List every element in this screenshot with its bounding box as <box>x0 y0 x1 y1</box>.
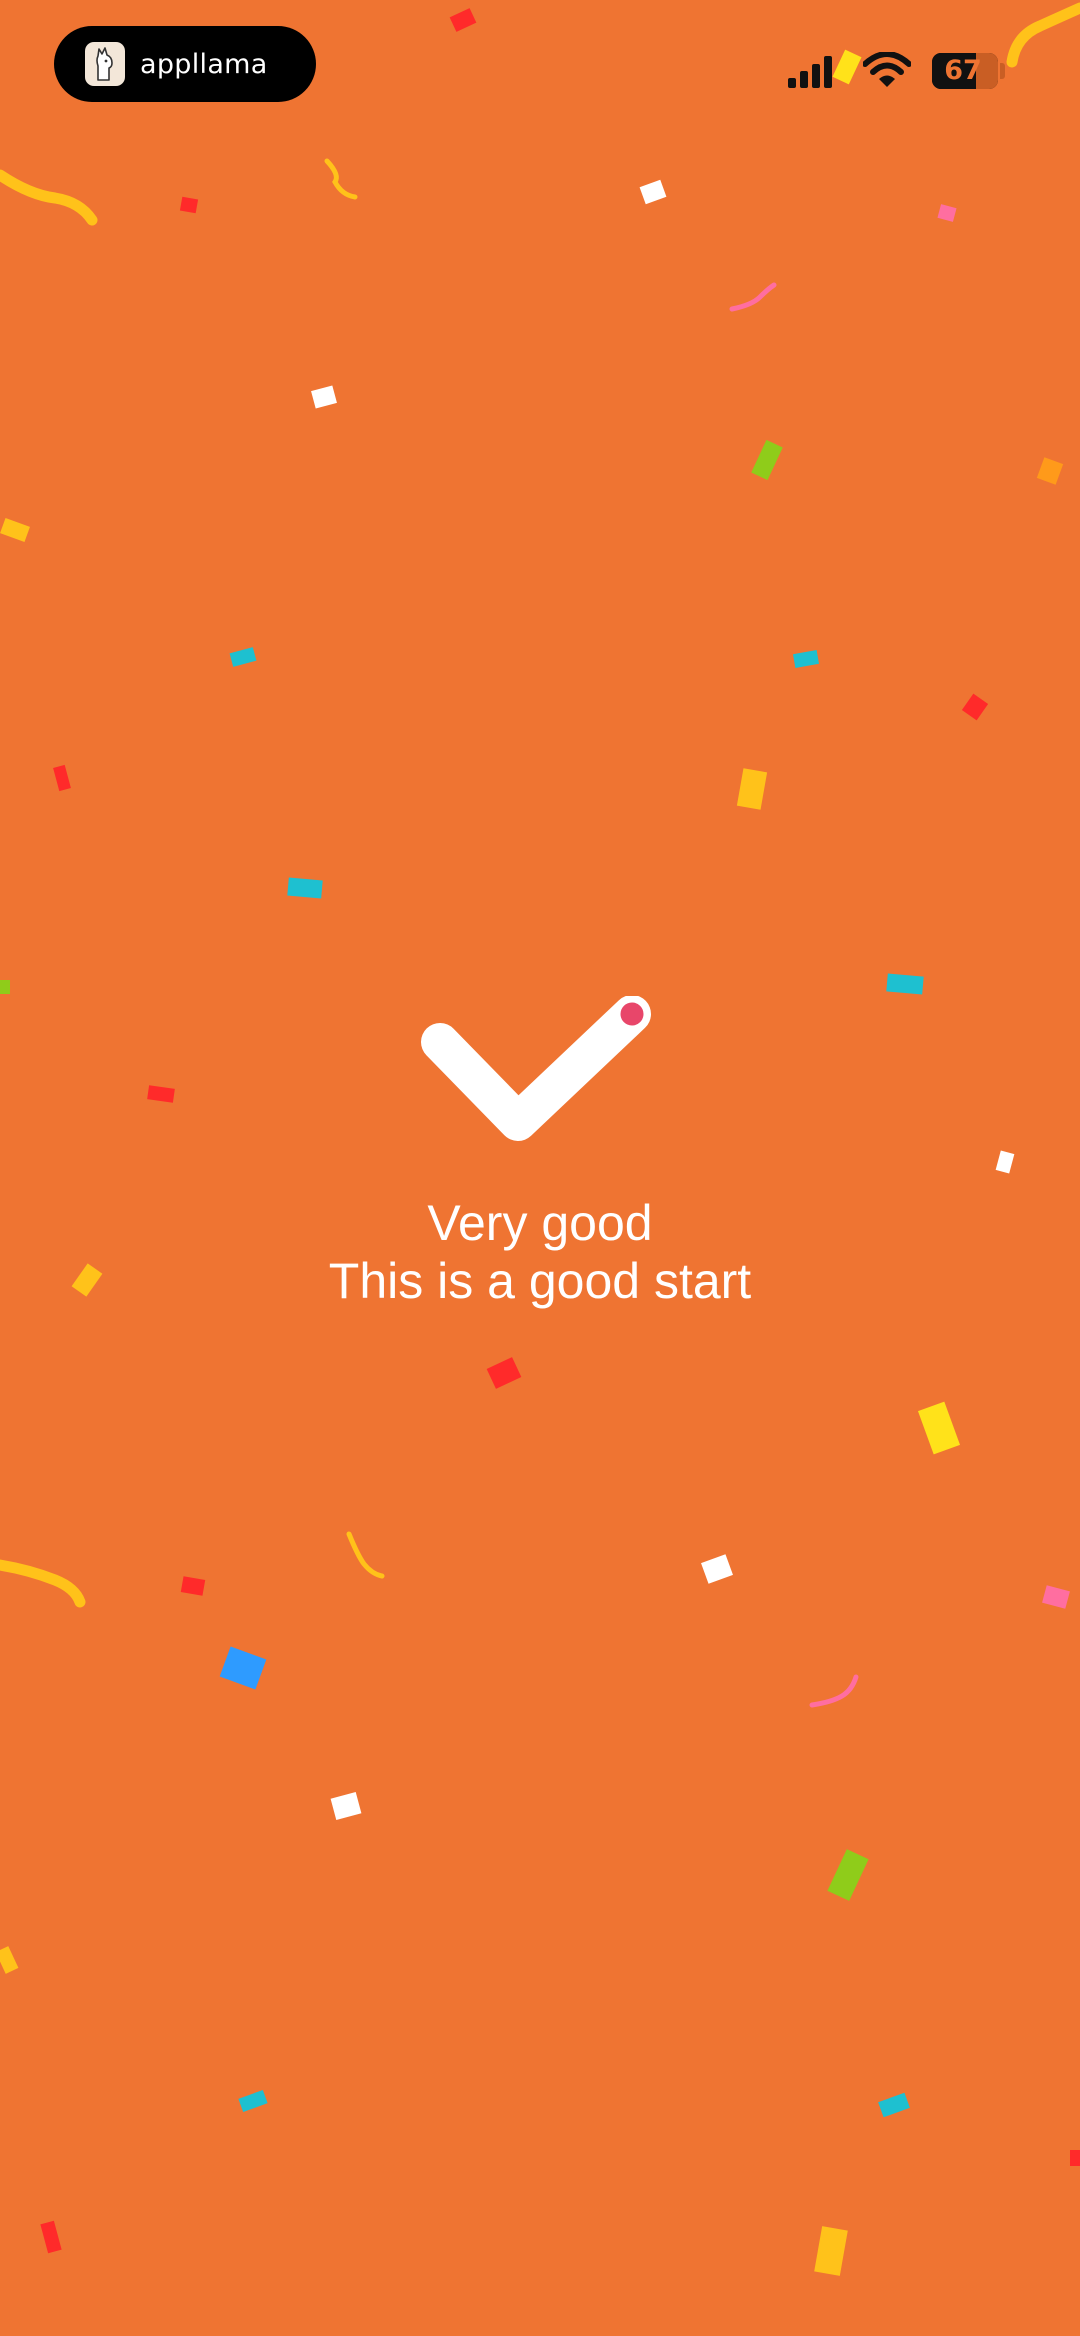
confetti-flake <box>1070 2150 1080 2166</box>
confetti-flake <box>736 768 768 810</box>
result-title: Very good <box>427 1195 653 1251</box>
llama-icon <box>85 42 125 86</box>
confetti-streamer <box>346 1531 385 1579</box>
confetti-flake <box>219 1646 267 1690</box>
confetti-flake <box>179 196 199 214</box>
confetti-flake <box>71 1263 103 1297</box>
confetti-flake <box>0 1946 19 1974</box>
confetti-flake <box>701 1554 733 1584</box>
confetti-flake <box>995 1150 1015 1174</box>
confetti-flake <box>1036 457 1064 485</box>
app-name-label: appllama <box>140 48 268 80</box>
confetti-flake <box>330 1792 362 1820</box>
signal-icon <box>788 56 832 88</box>
confetti-streamer <box>324 158 358 200</box>
confetti-flake <box>53 764 71 792</box>
confetti-streamer <box>729 282 777 312</box>
result-subtitle: This is a good start <box>328 1253 752 1309</box>
confetti-flake <box>827 1849 869 1901</box>
confetti-flake <box>917 1401 961 1455</box>
confetti-flake <box>229 647 257 667</box>
confetti-flake <box>0 518 30 542</box>
battery-cap <box>1000 63 1005 79</box>
confetti-streamer <box>809 1674 859 1708</box>
confetti-flake <box>886 973 924 995</box>
confetti-flake <box>961 693 989 721</box>
confetti-flake <box>792 650 820 668</box>
confetti-flake <box>238 2089 268 2113</box>
confetti-flake <box>832 49 862 85</box>
confetti-flake <box>40 2220 62 2254</box>
confetti-flake <box>0 980 10 994</box>
confetti-streamer <box>1006 2 1080 68</box>
confetti-streamer <box>0 1559 86 1608</box>
battery-icon: 67 <box>932 53 998 89</box>
confetti-flake <box>937 204 957 222</box>
confetti-flake <box>1042 1585 1070 1609</box>
confetti-flake <box>486 1357 522 1389</box>
confetti-flake <box>311 385 337 409</box>
confetti-flake <box>147 1085 175 1103</box>
success-screen: appllama 67 Very good This is a good sta… <box>0 0 1080 2336</box>
confetti-flake <box>639 179 667 205</box>
confetti-flake <box>180 1576 206 1596</box>
wifi-icon <box>863 52 911 87</box>
confetti-flake <box>449 8 477 32</box>
confetti-flake <box>751 439 783 481</box>
confetti-flake <box>878 2092 910 2118</box>
result-message: Very good This is a good start <box>190 1194 890 1310</box>
confetti-streamer <box>0 169 98 226</box>
confetti-flake <box>287 877 323 899</box>
confetti-flake <box>814 2226 848 2276</box>
app-indicator-pill[interactable]: appllama <box>54 26 316 102</box>
checkmark-accent-dot <box>617 999 647 1029</box>
checkmark-icon <box>421 996 651 1141</box>
confetti-decoration <box>0 2 1080 2276</box>
battery-level-label: 67 <box>944 55 982 86</box>
